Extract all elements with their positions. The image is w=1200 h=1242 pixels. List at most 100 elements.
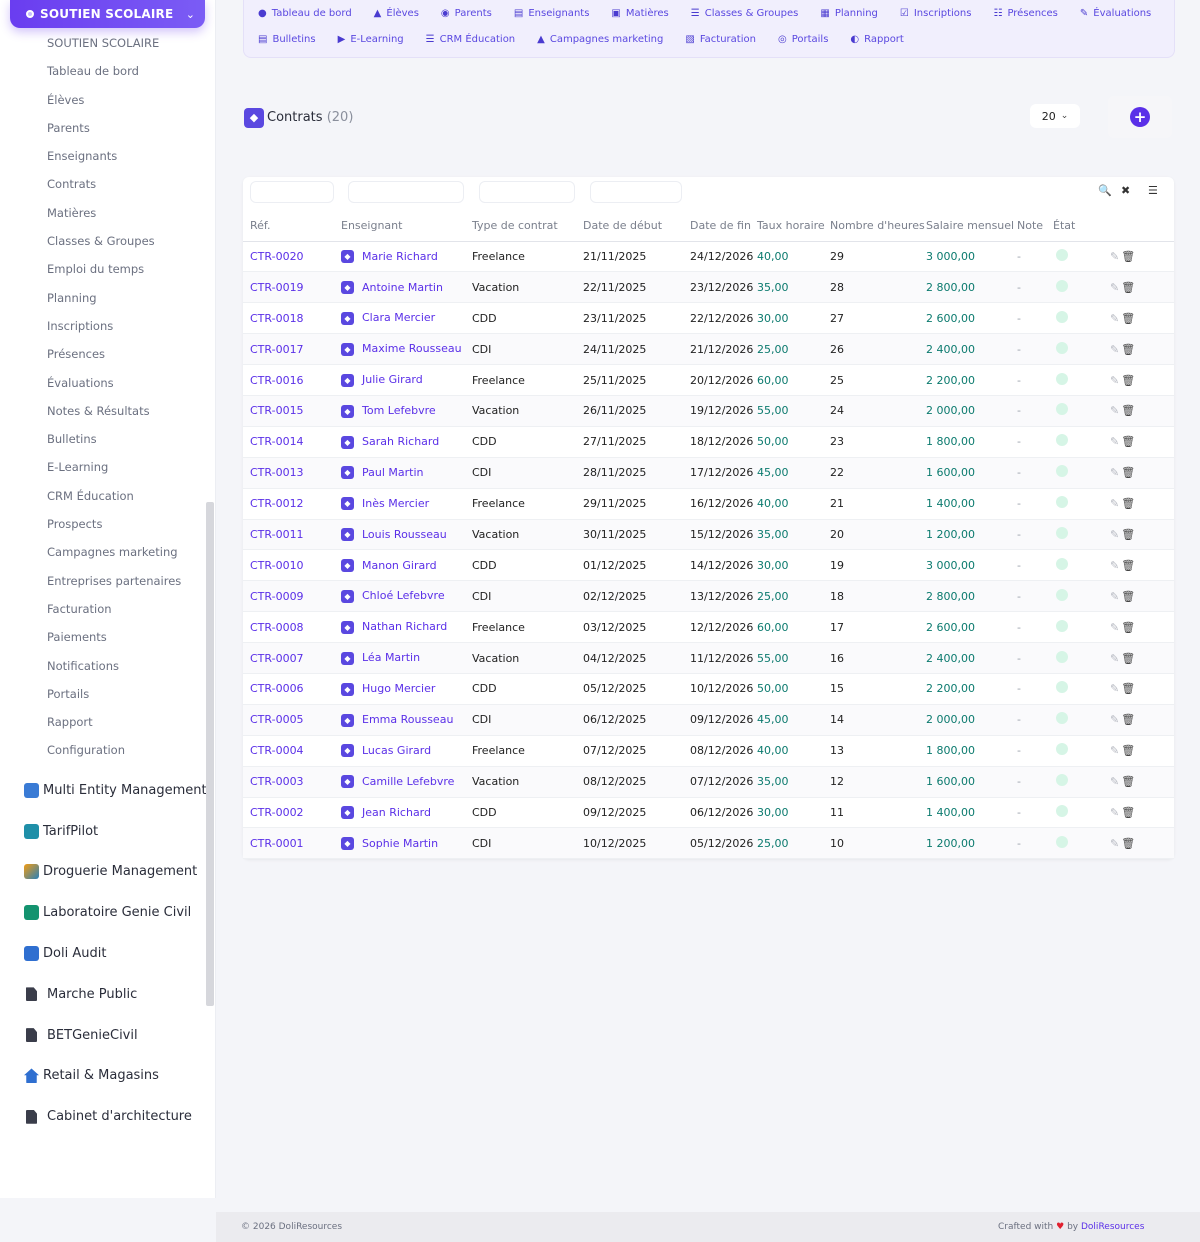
top-nav-item[interactable]: ◎ Portails xyxy=(778,34,828,45)
teacher-link[interactable]: Marie Richard xyxy=(362,250,438,263)
contract-ref-link[interactable]: CTR-0008 xyxy=(243,611,341,644)
table-row[interactable]: CTR-0008 ◆ Nathan Richard Freelance 03/12/20… xyxy=(243,611,1174,644)
sidebar-module[interactable]: TarifPilot xyxy=(24,811,207,852)
teacher-link[interactable]: Sarah Richard xyxy=(362,435,439,448)
add-contract-button[interactable]: + xyxy=(1130,107,1150,127)
column-header[interactable]: Type de contrat xyxy=(472,210,583,242)
sidebar-item[interactable]: Planning xyxy=(47,284,181,312)
teacher-link[interactable]: Hugo Mercier xyxy=(362,682,435,695)
top-nav-item[interactable]: ☷ Présences xyxy=(993,8,1057,19)
contract-ref-link[interactable]: CTR-0004 xyxy=(243,735,341,767)
delete-icon[interactable]: 🗑 xyxy=(1121,837,1135,850)
table-row[interactable]: CTR-0018 ◆ Clara Mercier CDD 23/11/2025 22/12… xyxy=(243,302,1174,335)
table-row[interactable]: CTR-0017 ◆ Maxime Rousseau CDI 24/11/2025 21/… xyxy=(243,333,1174,366)
edit-icon[interactable]: ✎ xyxy=(1110,775,1119,788)
table-row[interactable]: CTR-0011 ◆ Louis Rousseau Vacation 30/11/202… xyxy=(243,519,1174,551)
sidebar-scrollbar[interactable] xyxy=(206,502,214,1006)
sidebar-item[interactable]: Notifications xyxy=(47,652,181,680)
top-nav-item[interactable]: ▧ Facturation xyxy=(685,34,756,45)
filter-input-date-debut[interactable] xyxy=(590,181,682,203)
teacher-link[interactable]: Julie Girard xyxy=(362,373,423,386)
delete-icon[interactable]: 🗑 xyxy=(1121,497,1135,510)
edit-icon[interactable]: ✎ xyxy=(1110,343,1119,356)
footer-brand-link[interactable]: DoliResources xyxy=(1081,1222,1144,1232)
delete-icon[interactable]: 🗑 xyxy=(1121,528,1135,541)
delete-icon[interactable]: 🗑 xyxy=(1121,744,1135,757)
delete-icon[interactable]: 🗑 xyxy=(1121,559,1135,572)
edit-icon[interactable]: ✎ xyxy=(1110,837,1119,850)
column-header[interactable]: Nombre d'heures xyxy=(830,210,926,242)
column-header[interactable]: Date de fin xyxy=(690,210,757,242)
edit-icon[interactable]: ✎ xyxy=(1110,374,1119,387)
sidebar-item[interactable]: Portails xyxy=(47,680,181,708)
teacher-link[interactable]: Paul Martin xyxy=(362,466,424,479)
teacher-link[interactable]: Clara Mercier xyxy=(362,311,435,324)
table-row[interactable]: CTR-0002 ◆ Jean Richard CDD 09/12/2025 06/12/… xyxy=(243,797,1174,829)
teacher-link[interactable]: Sophie Martin xyxy=(362,837,438,850)
contract-ref-link[interactable]: CTR-0001 xyxy=(243,827,341,860)
filter-input-enseignant[interactable] xyxy=(348,181,464,203)
sidebar-item[interactable]: Parents xyxy=(47,114,181,142)
edit-icon[interactable]: ✎ xyxy=(1110,528,1119,541)
top-nav-item[interactable]: ☑ Inscriptions xyxy=(900,8,972,19)
edit-icon[interactable]: ✎ xyxy=(1110,744,1119,757)
edit-icon[interactable]: ✎ xyxy=(1110,435,1119,448)
contract-ref-link[interactable]: CTR-0016 xyxy=(243,364,341,396)
delete-icon[interactable]: 🗑 xyxy=(1121,374,1135,387)
edit-icon[interactable]: ✎ xyxy=(1110,806,1119,819)
table-row[interactable]: CTR-0020 ◆ Marie Richard Freelance 21/11/202… xyxy=(243,241,1174,273)
delete-icon[interactable]: 🗑 xyxy=(1121,621,1135,634)
edit-icon[interactable]: ✎ xyxy=(1110,713,1119,726)
contract-ref-link[interactable]: CTR-0019 xyxy=(243,271,341,304)
teacher-link[interactable]: Lucas Girard xyxy=(362,744,431,757)
teacher-link[interactable]: Nathan Richard xyxy=(362,620,447,633)
teacher-link[interactable]: Louis Rousseau xyxy=(362,528,447,541)
top-nav-item[interactable]: ● Tableau de bord xyxy=(258,8,352,19)
table-row[interactable]: CTR-0016 ◆ Julie Girard Freelance 25/11/2025… xyxy=(243,364,1174,396)
teacher-link[interactable]: Maxime Rousseau xyxy=(362,342,462,355)
teacher-link[interactable]: Chloé Lefebvre xyxy=(362,589,445,602)
contract-ref-link[interactable]: CTR-0006 xyxy=(243,673,341,705)
table-row[interactable]: CTR-0007 ◆ Léa Martin Vacation 04/12/2025 11/… xyxy=(243,642,1174,674)
sidebar-item[interactable]: Paiements xyxy=(47,623,181,651)
column-header[interactable]: Note xyxy=(1017,210,1053,242)
sidebar-item[interactable]: Matières xyxy=(47,199,181,227)
contract-ref-link[interactable]: CTR-0010 xyxy=(243,549,341,582)
sidebar-module[interactable]: Doli Audit xyxy=(24,933,207,974)
delete-icon[interactable]: 🗑 xyxy=(1121,404,1135,417)
delete-icon[interactable]: 🗑 xyxy=(1121,682,1135,695)
top-nav-item[interactable]: ▣ Matières xyxy=(611,8,668,19)
clear-filter-icon[interactable]: ✖ xyxy=(1121,184,1130,197)
delete-icon[interactable]: 🗑 xyxy=(1121,343,1135,356)
sidebar-module[interactable]: Marche Public xyxy=(24,974,207,1015)
table-row[interactable]: CTR-0010 ◆ Manon Girard CDD 01/12/2025 14/12/… xyxy=(243,549,1174,582)
column-header[interactable]: Réf. xyxy=(243,210,341,242)
column-header[interactable]: Date de début xyxy=(583,210,690,242)
teacher-link[interactable]: Manon Girard xyxy=(362,559,437,572)
top-nav-item[interactable]: ☰ Classes & Groupes xyxy=(691,8,799,19)
table-row[interactable]: CTR-0015 ◆ Tom Lefebvre Vacation 26/11/2025 1… xyxy=(243,395,1174,427)
delete-icon[interactable]: 🗑 xyxy=(1121,466,1135,479)
table-row[interactable]: CTR-0019 ◆ Antoine Martin Vacation 22/11/202… xyxy=(243,271,1174,304)
delete-icon[interactable]: 🗑 xyxy=(1121,775,1135,788)
sidebar-item[interactable]: Tableau de bord xyxy=(47,57,181,85)
sidebar-item[interactable]: Enseignants xyxy=(47,142,181,170)
sidebar-item[interactable]: Présences xyxy=(47,340,181,368)
contract-ref-link[interactable]: CTR-0007 xyxy=(243,642,341,674)
teacher-link[interactable]: Jean Richard xyxy=(362,806,431,819)
table-row[interactable]: CTR-0004 ◆ Lucas Girard Freelance 07/12/2025… xyxy=(243,735,1174,767)
table-row[interactable]: CTR-0001 ◆ Sophie Martin CDI 10/12/2025 05/12… xyxy=(243,827,1174,860)
table-row[interactable]: CTR-0013 ◆ Paul Martin CDI 28/11/2025 17/12/2… xyxy=(243,457,1174,489)
table-row[interactable]: CTR-0014 ◆ Sarah Richard CDD 27/11/2025 18/12… xyxy=(243,426,1174,458)
contract-ref-link[interactable]: CTR-0015 xyxy=(243,395,341,427)
contract-ref-link[interactable]: CTR-0020 xyxy=(243,241,341,273)
sidebar-item[interactable]: Bulletins xyxy=(47,425,181,453)
sidebar-item[interactable]: Élèves xyxy=(47,86,181,114)
sidebar-item[interactable]: Contrats xyxy=(47,170,181,198)
sidebar-item[interactable]: Emploi du temps xyxy=(47,255,181,283)
top-nav-item[interactable]: ▲ Élèves xyxy=(374,8,419,19)
sidebar-item[interactable]: Configuration xyxy=(47,736,181,764)
sidebar-module[interactable]: Cabinet d'architecture xyxy=(24,1096,207,1137)
edit-icon[interactable]: ✎ xyxy=(1110,590,1119,603)
column-list-icon[interactable]: ☰ xyxy=(1148,184,1158,197)
